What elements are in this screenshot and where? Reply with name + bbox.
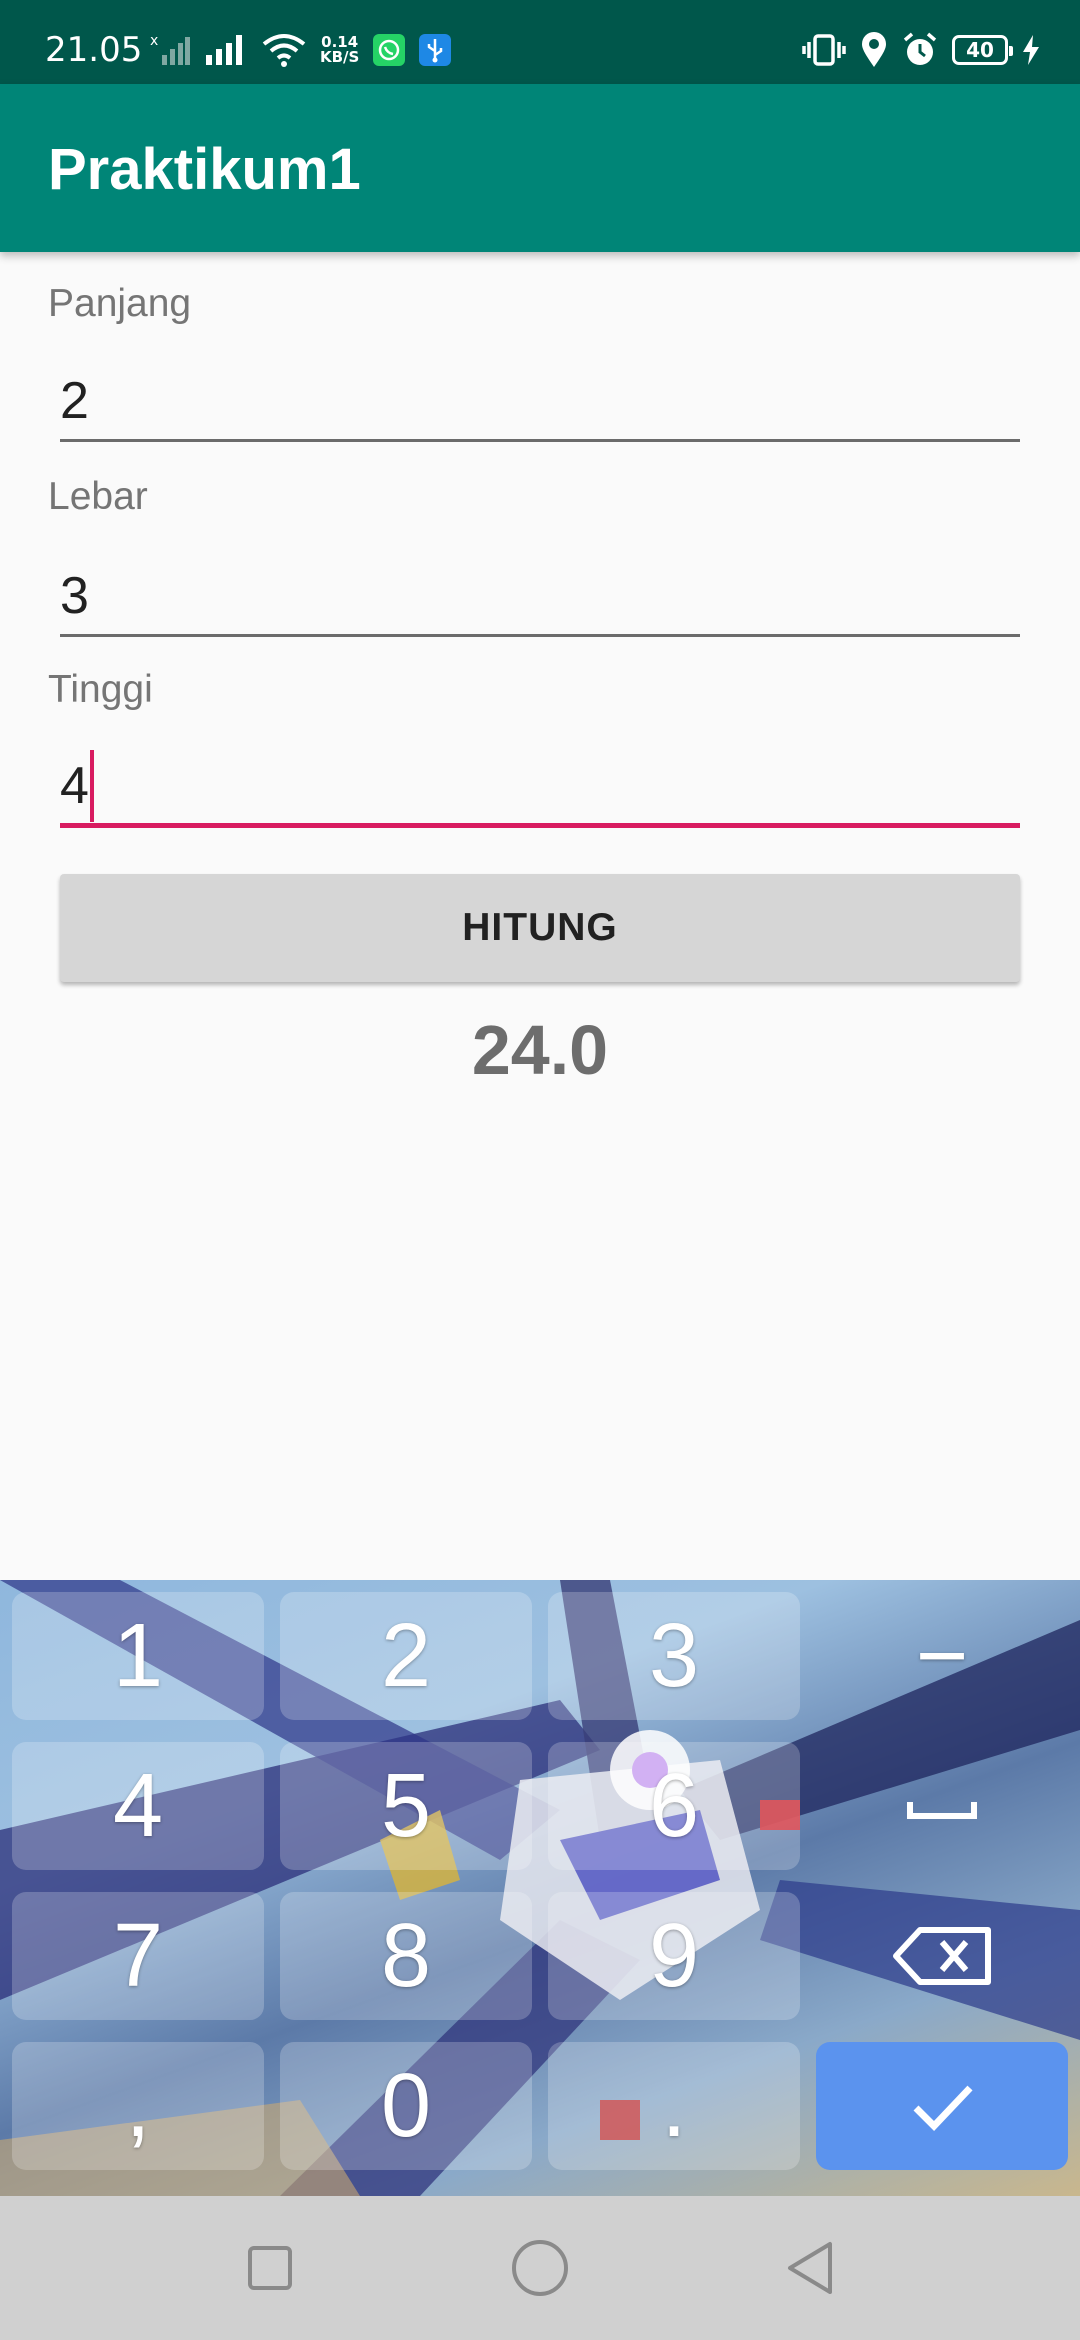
key-minus[interactable]: − [816, 1592, 1068, 1720]
key-8[interactable]: 8 [280, 1892, 532, 2020]
key-6[interactable]: 6 [548, 1742, 800, 1870]
panjang-input[interactable] [60, 362, 1020, 442]
key-space[interactable] [816, 1742, 1068, 1870]
key-done[interactable] [816, 2042, 1068, 2170]
tinggi-input[interactable] [60, 748, 1020, 828]
key-3[interactable]: 3 [548, 1592, 800, 1720]
circle-icon [512, 2240, 568, 2296]
alarm-icon [903, 32, 937, 65]
hitung-button[interactable]: HITUNG [60, 874, 1020, 982]
status-time: 21.05 [45, 30, 143, 70]
key-backspace[interactable] [816, 1892, 1068, 2020]
status-left-icons: x 0.14 KB/S [150, 28, 452, 72]
app-title: Praktikum1 [48, 137, 361, 202]
signal-sim1-icon: x [150, 33, 190, 65]
numeric-keyboard: 1 2 3 − 4 5 6 7 8 9 , 0 . [0, 1580, 1080, 2196]
usb-icon [419, 34, 452, 66]
key-7[interactable]: 7 [12, 1892, 264, 2020]
whatsapp-icon [373, 34, 406, 66]
status-right-icons: 40 [802, 28, 1040, 72]
home-button[interactable] [504, 2232, 576, 2304]
signal-sim2-icon [206, 35, 242, 65]
triangle-back-icon [788, 2242, 832, 2294]
network-speed-unit: KB/S [320, 48, 360, 66]
app-bar: Praktikum1 [0, 84, 1080, 252]
space-icon [907, 1802, 977, 1819]
recents-button[interactable] [234, 2232, 306, 2304]
text-cursor [90, 750, 94, 822]
backspace-icon [893, 1927, 991, 1985]
square-icon [248, 2246, 292, 2290]
result-text: 24.0 [471, 1011, 609, 1089]
wifi-icon [262, 34, 306, 67]
tinggi-label: Tinggi [48, 668, 153, 711]
key-comma[interactable]: , [12, 2042, 264, 2170]
key-0[interactable]: 0 [280, 2042, 532, 2170]
vibrate-icon [802, 34, 846, 66]
checkmark-icon [913, 2085, 973, 2132]
back-button[interactable] [774, 2232, 846, 2304]
svg-text:x: x [150, 33, 158, 49]
battery-icon: 40 [952, 35, 1013, 65]
key-period[interactable]: . [548, 2042, 800, 2170]
panjang-label: Panjang [48, 282, 192, 325]
key-4[interactable]: 4 [12, 1742, 264, 1870]
key-1[interactable]: 1 [12, 1592, 264, 1720]
key-5[interactable]: 5 [280, 1742, 532, 1870]
lebar-input[interactable] [60, 557, 1020, 637]
lebar-label: Lebar [48, 475, 148, 518]
navigation-bar [0, 2196, 1080, 2340]
key-9[interactable]: 9 [548, 1892, 800, 2020]
network-speed: 0.14 KB/S [320, 35, 359, 65]
status-bar: 21.05 x 0.14 KB/S 40 [0, 0, 1080, 84]
location-icon [862, 32, 886, 67]
charging-icon [1023, 35, 1039, 65]
key-2[interactable]: 2 [280, 1592, 532, 1720]
